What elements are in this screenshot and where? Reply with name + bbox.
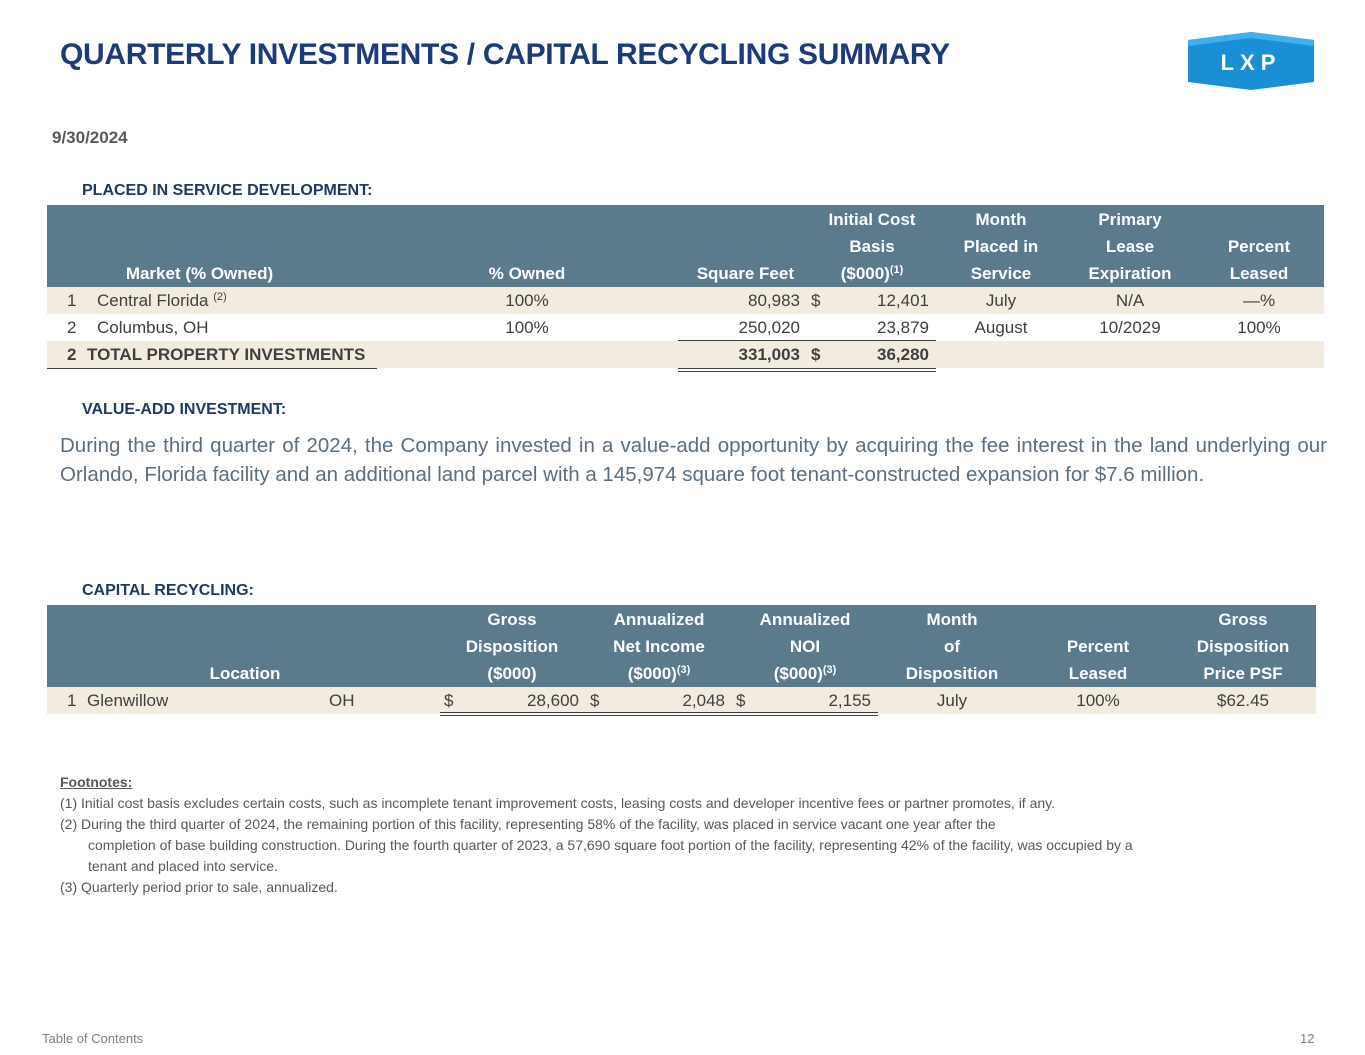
col-month-3: Disposition [905,664,999,683]
row-dollar-gross: $ [444,691,454,710]
col-ni-1: Annualized [613,610,705,629]
total-cost: 36,280 [877,345,929,364]
col-month-3: Service [970,264,1032,283]
value-add-text: During the third quarter of 2024, the Co… [60,434,1327,486]
col-cost-2: Basis [849,237,895,256]
col-lease-1: Primary [1098,210,1162,229]
total-underline [47,368,377,369]
lxp-logo: LXP [1188,32,1314,90]
col-lease-3: Expiration [1088,264,1172,283]
col-location: Location [209,664,281,683]
col-market: Market (% Owned) [125,264,274,283]
page-title: QUARTERLY INVESTMENTS / CAPITAL RECYCLIN… [60,38,950,71]
row-location: Glenwillow [87,691,169,710]
row-sqft: 80,983 [748,291,800,310]
total-num: 2 [67,345,77,364]
row-month: August [974,318,1028,337]
row-owned: 100% [505,318,549,337]
col-month-1: Month [926,610,978,629]
row-cost: 12,401 [877,291,929,310]
row-market: Columbus, OH [97,318,209,337]
footnote-2: (2) During the third quarter of 2024, th… [60,816,996,832]
row-num: 1 [67,291,77,310]
footnotes-title: Footnotes: [60,774,133,790]
total-row: 2 TOTAL PROPERTY INVESTMENTS 331,003 $ 3… [47,341,1324,368]
col-month-2: of [943,637,961,656]
total-label: TOTAL PROPERTY INVESTMENTS [87,345,366,364]
row-month: July [936,691,968,710]
logo-text: LXP [1221,50,1282,75]
col-cost-3: ($000)(1) [840,264,904,283]
row-psf: $62.45 [1217,691,1269,710]
col-noi-1: Annualized [759,610,851,629]
col-gross-2: Disposition [465,637,559,656]
row-pct: —% [1242,291,1276,310]
footnotes: Footnotes: (1) Initial cost basis exclud… [60,772,1133,898]
table-row: 1 Glenwillow OH $ 28,600 $ 2,048 $ 2,155… [47,687,1316,714]
footnote-1: (1) Initial cost basis excludes certain … [60,795,1056,811]
col-pct-2: Leased [1068,664,1128,683]
row-sqft: 250,020 [738,318,800,337]
row-dollar: $ [811,291,821,310]
col-psf-3: Price PSF [1203,664,1283,683]
page-number: 12 [1300,1031,1315,1046]
row-num: 2 [67,318,77,337]
row-lease: N/A [1115,291,1145,310]
col-psf-1: Gross [1218,610,1268,629]
footnote-3: (3) Quarterly period prior to sale, annu… [60,879,338,895]
col-cost-1: Initial Cost [828,210,916,229]
col-noi-2: NOI [789,637,821,656]
row-lease: 10/2029 [1099,318,1161,337]
recycling-double-rule [440,712,878,716]
row-pct: 100% [1076,691,1120,710]
row-num: 1 [67,691,77,710]
value-add-label: VALUE-ADD INVESTMENT: [82,401,287,418]
col-sqft: Square Feet [696,264,794,283]
footnote-2-cont: completion of base building construction… [88,837,1133,853]
row-gross: 28,600 [527,691,579,710]
col-pct-2: Leased [1229,264,1289,283]
col-noi-3: ($000)(3) [773,664,837,683]
footnote-2-cont: tenant and placed into service. [88,858,278,874]
row-month: July [985,291,1017,310]
row-state: OH [329,691,355,710]
col-month-1: Month [975,210,1027,229]
row-ni: 2,048 [682,691,725,710]
col-psf-2: Disposition [1196,637,1290,656]
row-noi: 2,155 [828,691,871,710]
row-owned: 100% [505,291,549,310]
total-dollar: $ [811,345,821,364]
row-dollar-noi: $ [736,691,746,710]
row-dollar-ni: $ [590,691,600,710]
placed-section-label: PLACED IN SERVICE DEVELOPMENT: [82,182,373,199]
placed-table-header: Market (% Owned) % Owned Square Feet Ini… [47,205,1324,287]
recycling-section-label: CAPITAL RECYCLING: [82,582,254,599]
col-owned: % Owned [488,264,566,283]
table-of-contents-link[interactable]: Table of Contents [42,1031,143,1046]
col-pct-1: Percent [1066,637,1130,656]
table-row: 1 Central Florida (2) 100% 80,983 $ 12,4… [47,287,1324,314]
col-gross-3: ($000) [487,664,537,683]
col-month-2: Placed in [963,237,1039,256]
total-double-rule [678,368,936,372]
total-sqft: 331,003 [738,345,800,364]
col-lease-2: Lease [1105,237,1155,256]
row-cost: 23,879 [877,318,929,337]
report-date: 9/30/2024 [52,128,128,147]
col-ni-3: ($000)(3) [627,664,691,683]
row-pct: 100% [1237,318,1281,337]
recycling-table-header: Location Gross Disposition ($000) Annual… [47,605,1316,687]
table-row: 2 Columbus, OH 100% 250,020 23,879 Augus… [47,314,1324,341]
col-ni-2: Net Income [613,637,705,656]
col-gross-1: Gross [487,610,537,629]
col-pct-1: Percent [1227,237,1291,256]
row-market: Central Florida (2) [97,291,227,310]
